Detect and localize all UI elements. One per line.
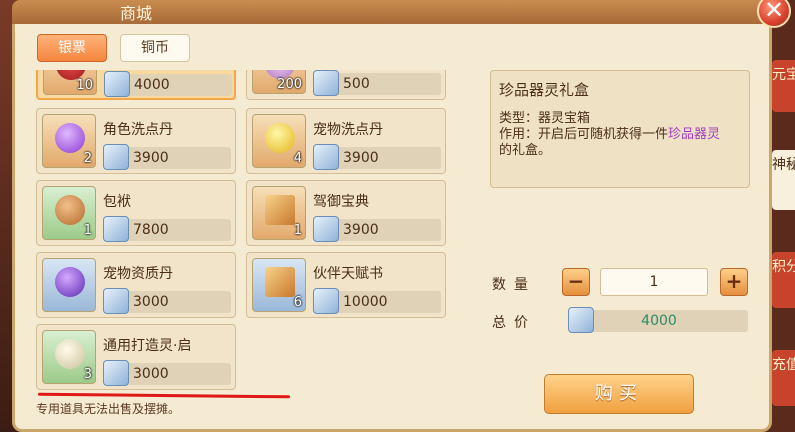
- price-bar: 7800: [103, 216, 231, 242]
- item-card[interactable]: 200 500: [246, 70, 446, 100]
- item-price: 500: [343, 76, 370, 92]
- item-card[interactable]: 6 伙伴天赋书 10000: [246, 252, 446, 318]
- minus-icon: −: [567, 269, 585, 293]
- plus-icon: +: [725, 269, 743, 293]
- detail-use-prefix: 作用：开启后可随机获得一件: [499, 127, 669, 142]
- item-icon-box: 10: [43, 70, 97, 95]
- item-quantity: 200: [277, 77, 302, 92]
- item-price: 3900: [343, 222, 379, 238]
- bag-icon: [55, 195, 85, 225]
- increase-button[interactable]: +: [720, 268, 748, 296]
- silver-note-icon: [103, 216, 129, 242]
- item-quantity: 6: [293, 295, 302, 310]
- item-price: 3900: [343, 150, 379, 166]
- price-bar: 4000: [104, 71, 232, 97]
- item-card[interactable]: 宠物资质丹 3000: [36, 252, 236, 318]
- side-tab-mystery[interactable]: 神秘: [772, 150, 795, 210]
- total-price-bar: 4000: [568, 307, 748, 333]
- item-price: 3900: [133, 150, 169, 166]
- tab-copper-coins[interactable]: 铜币: [120, 34, 190, 62]
- buy-button[interactable]: 购买: [544, 374, 694, 414]
- book-icon: [265, 195, 295, 225]
- price-bar: 3900: [103, 144, 231, 170]
- item-name: 包袱: [103, 194, 131, 210]
- silver-note-icon: [103, 288, 129, 314]
- item-card[interactable]: 1 包袱 7800: [36, 180, 236, 246]
- silver-note-icon: [103, 360, 129, 386]
- price-bar: 3000: [103, 288, 231, 314]
- silver-note-icon: [313, 70, 339, 96]
- price-bar: 3900: [313, 216, 441, 242]
- item-name: 角色洗点丹: [103, 122, 173, 138]
- item-icon-box: [42, 258, 96, 312]
- item-quantity: 1: [293, 223, 302, 238]
- item-icon-box: 6: [252, 258, 306, 312]
- total-price: 4000: [641, 313, 677, 329]
- item-name: 驾御宝典: [313, 194, 369, 210]
- price-bar: 10000: [313, 288, 441, 314]
- purple-orb-icon: [55, 267, 85, 297]
- title-bar: 商城: [12, 0, 772, 24]
- item-card[interactable]: 2 角色洗点丹 3900: [36, 108, 236, 174]
- total-label: 总价: [492, 315, 536, 331]
- detail-use-suffix: 的礼盒。: [499, 143, 552, 158]
- item-price: 3000: [133, 294, 169, 310]
- item-card[interactable]: 10 4000: [36, 70, 236, 100]
- price-bar: 3000: [103, 360, 231, 386]
- detail-use-highlight: 珍品器灵: [668, 127, 721, 142]
- decrease-button[interactable]: −: [562, 268, 590, 296]
- price-bar: 3900: [313, 144, 441, 170]
- item-icon-box: 200: [252, 70, 306, 94]
- item-quantity: 4: [293, 151, 302, 166]
- detail-type: 类型：器灵宝箱: [499, 111, 591, 126]
- item-quantity: 3: [83, 367, 92, 382]
- tab-silver-notes[interactable]: 银票: [37, 34, 107, 62]
- item-quantity: 2: [83, 151, 92, 166]
- purple-pill-icon: [55, 123, 85, 153]
- silver-note-icon: [313, 288, 339, 314]
- item-price: 3000: [133, 366, 169, 382]
- item-icon-box: 1: [42, 186, 96, 240]
- detail-use: 作用：开启后可随机获得一件珍品器灵的礼盒。: [499, 127, 749, 159]
- item-quantity: 10: [76, 78, 93, 93]
- item-price: 7800: [133, 222, 169, 238]
- book-icon: [265, 267, 295, 297]
- trade-restriction-note: 专用道具无法出售及摆摊。: [36, 402, 181, 416]
- item-detail-box: 珍品器灵礼盒 类型：器灵宝箱 作用：开启后可随机获得一件珍品器灵的礼盒。: [490, 70, 750, 188]
- quantity-input[interactable]: 1: [600, 268, 708, 296]
- quantity-label: 数量: [492, 277, 536, 293]
- item-icon-box: 4: [252, 114, 306, 168]
- silver-note-icon: [313, 216, 339, 242]
- silver-note-icon: [313, 144, 339, 170]
- side-tab-ingots[interactable]: 元宝: [772, 60, 795, 112]
- item-name: 宠物洗点丹: [313, 122, 383, 138]
- item-price: 10000: [343, 294, 388, 310]
- item-name: 宠物资质丹: [103, 266, 173, 282]
- item-price: 4000: [134, 77, 170, 93]
- item-icon-box: 2: [42, 114, 96, 168]
- item-icon-box: 3: [42, 330, 96, 384]
- detail-title: 珍品器灵礼盒: [499, 81, 590, 99]
- item-card[interactable]: 1 驾御宝典 3900: [246, 180, 446, 246]
- side-tab-recharge[interactable]: 充值: [772, 350, 795, 406]
- close-icon: ✕: [763, 0, 785, 24]
- item-list[interactable]: 10 4000 200 500 2 角色洗点丹 3900 4 宠物洗点丹 390…: [36, 70, 456, 392]
- item-name: 通用打造灵·启: [103, 338, 192, 354]
- item-icon-box: 1: [252, 186, 306, 240]
- silver-note-icon: [104, 71, 130, 97]
- item-card[interactable]: 3 通用打造灵·启 3000: [36, 324, 236, 390]
- price-bar: 500: [313, 70, 441, 96]
- item-quantity: 1: [83, 223, 92, 238]
- silver-note-icon: [103, 144, 129, 170]
- yellow-pill-icon: [265, 123, 295, 153]
- close-button[interactable]: ✕: [757, 0, 791, 28]
- forge-spirit-icon: [55, 339, 85, 369]
- side-tab-points[interactable]: 积分: [772, 252, 795, 308]
- window-title: 商城: [120, 4, 153, 23]
- item-name: 伙伴天赋书: [313, 266, 383, 282]
- item-card[interactable]: 4 宠物洗点丹 3900: [246, 108, 446, 174]
